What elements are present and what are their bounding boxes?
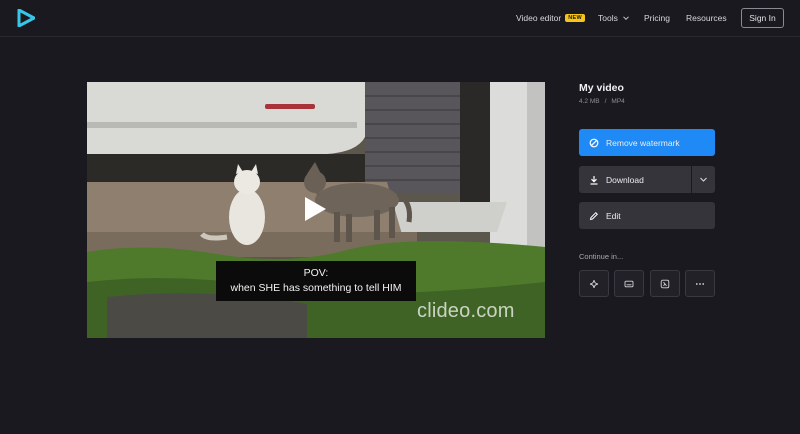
- nav-resources-label: Resources: [686, 13, 727, 23]
- nav-resources[interactable]: Resources: [686, 13, 727, 23]
- nav-video-editor-label: Video editor: [516, 13, 562, 23]
- download-icon: [590, 175, 598, 185]
- file-size: 4.2 MB: [579, 98, 600, 105]
- video-caption: POV: when SHE has something to tell HIM: [216, 261, 416, 301]
- remove-watermark-label: Remove watermark: [606, 137, 680, 148]
- nav-pricing[interactable]: Pricing: [644, 13, 670, 23]
- watermark-text: clideo.com: [417, 300, 515, 322]
- edit-button[interactable]: Edit: [579, 202, 715, 229]
- continue-subtitles-button[interactable]: [614, 270, 644, 297]
- pencil-icon: [589, 211, 599, 220]
- video-title: My video: [579, 82, 624, 94]
- continue-sparkle-button[interactable]: [579, 270, 609, 297]
- continue-in-label: Continue in...: [579, 252, 624, 261]
- sign-in-button[interactable]: Sign In: [741, 8, 784, 28]
- crop-icon: [660, 279, 670, 288]
- download-label: Download: [606, 174, 644, 185]
- download-options-button[interactable]: [692, 166, 715, 193]
- new-badge: NEW: [565, 14, 585, 22]
- nav-pricing-label: Pricing: [644, 13, 670, 23]
- nav-tools-label: Tools: [598, 13, 618, 23]
- caption-line-2: when SHE has something to tell HIM: [230, 282, 402, 294]
- chevron-down-icon: [622, 16, 629, 21]
- top-nav: Video editor NEW Tools Pricing Resources…: [0, 0, 800, 37]
- meta-separator: /: [604, 98, 607, 105]
- subtitles-icon: [624, 280, 634, 287]
- nav-tools[interactable]: Tools: [598, 13, 630, 23]
- edit-label: Edit: [606, 210, 621, 221]
- continue-crop-button[interactable]: [650, 270, 680, 297]
- caption-line-1: POV:: [303, 267, 329, 279]
- more-icon: [695, 282, 705, 285]
- chevron-down-icon: [700, 177, 707, 182]
- play-icon[interactable]: [303, 196, 327, 222]
- sparkle-icon: [589, 279, 599, 288]
- download-button[interactable]: Download: [579, 166, 691, 193]
- file-format: MP4: [611, 98, 625, 105]
- remove-watermark-button[interactable]: Remove watermark: [579, 129, 715, 156]
- logo-icon[interactable]: [17, 9, 35, 27]
- no-watermark-icon: [589, 138, 599, 147]
- video-meta: 4.2 MB / MP4: [579, 98, 625, 105]
- nav-video-editor[interactable]: Video editor NEW: [516, 13, 585, 23]
- continue-more-button[interactable]: [685, 270, 715, 297]
- video-player[interactable]: POV: when SHE has something to tell HIM …: [87, 82, 545, 338]
